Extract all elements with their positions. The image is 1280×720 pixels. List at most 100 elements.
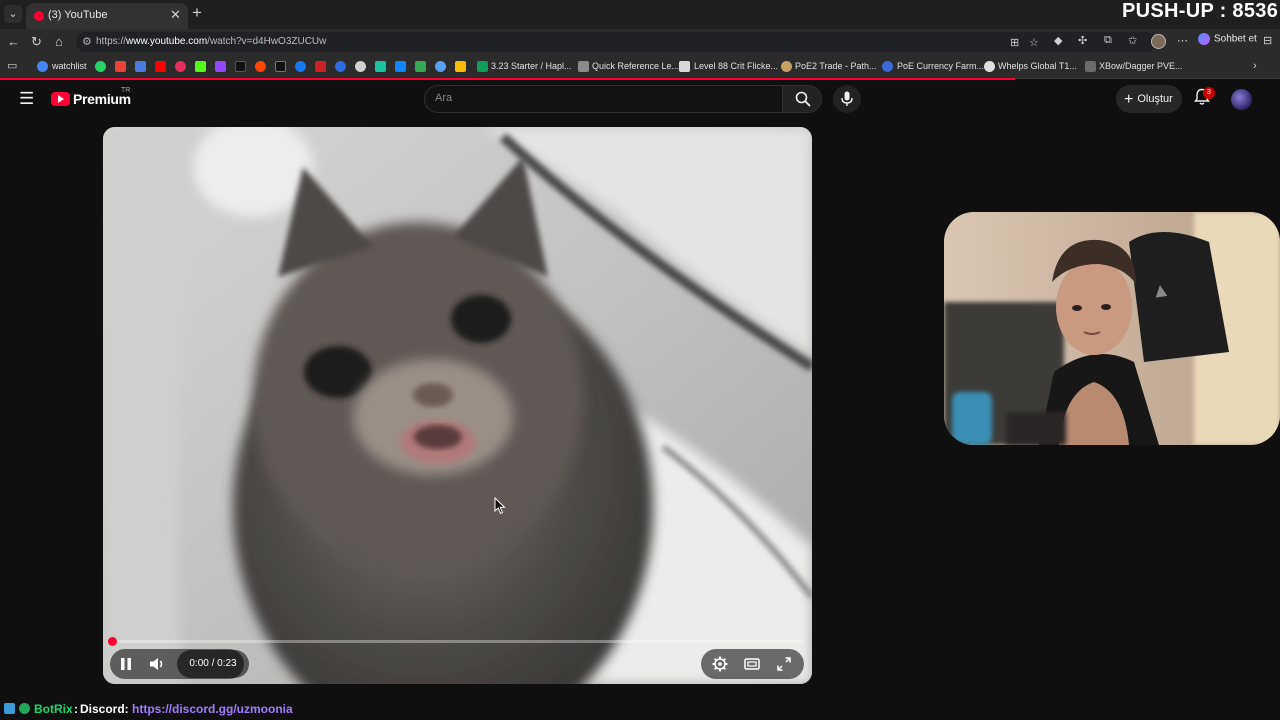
youtube-favicon-icon: [34, 11, 44, 21]
google-g-icon: [37, 61, 48, 72]
account-avatar[interactable]: [1231, 89, 1252, 110]
reddit-icon[interactable]: [255, 61, 266, 72]
poe-icon: [781, 61, 792, 72]
plus-icon: +: [1124, 91, 1134, 108]
globe-icon: [882, 61, 893, 72]
verified-badge-icon: [19, 703, 30, 714]
home-icon[interactable]: ⌂: [55, 34, 63, 49]
extension-diamond-icon[interactable]: ◆: [1054, 34, 1062, 47]
bookmark-green-icon[interactable]: [415, 61, 426, 72]
more-menu-icon[interactable]: ⋯: [1177, 34, 1188, 47]
chat-discord-link[interactable]: https://discord.gg/uzmoonia: [132, 702, 293, 716]
youtube-header: ☰ Premium TR +Oluştur 3: [0, 80, 1280, 120]
pocket-casts-icon[interactable]: [175, 61, 186, 72]
bookmark-circle-icon[interactable]: [355, 61, 366, 72]
bookmark-blue-icon[interactable]: [335, 61, 346, 72]
bookmark-star-icon[interactable]: ☆: [1029, 36, 1039, 49]
document-icon: [679, 61, 690, 72]
chat-button[interactable]: Sohbet et: [1198, 33, 1257, 45]
bookmark-teal-icon[interactable]: [375, 61, 386, 72]
chair-logo: ▲: [1149, 278, 1172, 303]
video-player[interactable]: 0:00 / 0:23: [103, 127, 812, 684]
app-install-icon[interactable]: ⊞: [1010, 36, 1019, 49]
bot-badge-icon: [4, 703, 15, 714]
sheets-icon: [477, 61, 488, 72]
tiktok-icon[interactable]: [235, 61, 246, 72]
mouse-cursor-icon: [494, 497, 506, 515]
notification-badge: 3: [1203, 87, 1215, 99]
extensions-puzzle-icon[interactable]: ✣: [1078, 34, 1087, 47]
address-bar[interactable]: ⚙ https://www.youtube.com/watch?v=d4HwO3…: [76, 32, 1156, 52]
youtube-icon[interactable]: [155, 61, 166, 72]
progress-bar[interactable]: [111, 640, 803, 643]
pause-icon[interactable]: [119, 656, 133, 672]
chat-username: BotRix: [34, 702, 73, 716]
split-view-icon[interactable]: ⧉: [1104, 34, 1112, 47]
google-apps-icon[interactable]: [455, 61, 466, 72]
facebook-icon[interactable]: [295, 61, 306, 72]
video-frame-kitten[interactable]: [103, 127, 812, 684]
new-tab-button[interactable]: +: [192, 3, 202, 23]
chevron-right-icon[interactable]: ›: [1253, 60, 1257, 72]
document-icon: [578, 61, 589, 72]
search-input[interactable]: [435, 92, 765, 104]
microphone-icon: [841, 91, 853, 106]
profile-avatar[interactable]: [1151, 34, 1166, 49]
bookmark-xbow-dagger[interactable]: XBow/Dagger PVE...: [1099, 61, 1183, 71]
bookmark-quick-reference[interactable]: Quick Reference Le...: [592, 61, 679, 71]
reload-icon[interactable]: ↻: [31, 34, 42, 50]
url-prefix: https://: [96, 36, 127, 47]
menu-icon[interactable]: ☰: [19, 89, 34, 109]
voice-search-button[interactable]: [833, 85, 861, 113]
url-text[interactable]: https://www.youtube.com/watch?v=d4HwO3ZU…: [96, 36, 326, 47]
sidebar-toggle-icon[interactable]: ⊟: [1263, 34, 1272, 47]
back-arrow-icon[interactable]: ←: [7, 34, 20, 49]
url-domain: www.youtube.com: [126, 36, 208, 47]
tab-search-button[interactable]: ⌄: [4, 5, 22, 23]
webcam-feed: ▲: [944, 212, 1280, 445]
tab-strip: ⌄ (3) YouTube ✕ + PUSH-UP : 8536: [0, 0, 1280, 29]
create-button[interactable]: + Oluştur: [1116, 85, 1182, 113]
bookmark-red-icon[interactable]: [315, 61, 326, 72]
fullscreen-icon[interactable]: [776, 656, 792, 672]
bookmark-globe-icon[interactable]: [435, 61, 446, 72]
theater-mode-icon[interactable]: [744, 656, 760, 672]
search-box: [424, 85, 782, 113]
kick-icon[interactable]: [195, 61, 206, 72]
bookmark-whelps-global[interactable]: Whelps Global T1...: [998, 61, 1077, 71]
bookmarks-toggle-icon[interactable]: ▭: [7, 59, 17, 72]
bookmark-poe-currency[interactable]: PoE Currency Farm...: [897, 61, 984, 71]
time-display: 0:00 / 0:23: [177, 650, 249, 678]
chat-button-label: Sohbet et: [1214, 33, 1257, 45]
progress-scrubber[interactable]: [108, 637, 117, 646]
bookmark-starter[interactable]: 3.23 Starter / Hapl...: [491, 61, 572, 71]
bluesky-icon[interactable]: [395, 61, 406, 72]
browser-toolbar: ← ↻ ⌂ ⚙ https://www.youtube.com/watch?v=…: [0, 29, 1280, 55]
controls-right-pill: [701, 649, 804, 679]
tab-close-icon[interactable]: ✕: [170, 7, 181, 23]
bookmark-poe2-trade[interactable]: PoE2 Trade - Path...: [795, 61, 877, 71]
search-icon: [795, 91, 811, 107]
site-info-icon[interactable]: ⚙: [82, 35, 92, 48]
tab-title: (3) YouTube: [48, 9, 108, 21]
gmail-icon[interactable]: [115, 61, 126, 72]
pushup-counter: PUSH-UP : 8536: [1122, 0, 1279, 22]
whatsapp-icon[interactable]: [95, 61, 106, 72]
bookmark-crit-flicker[interactable]: Level 88 Crit Flicke...: [694, 61, 778, 71]
translate-icon[interactable]: [135, 61, 146, 72]
chat-separator: :: [74, 702, 78, 716]
streamer-webcam: ▲: [944, 212, 1280, 445]
search-button[interactable]: [782, 85, 822, 113]
x-icon[interactable]: [275, 61, 286, 72]
stream-chat-line: BotRix : Discord: https://discord.gg/uzm…: [0, 699, 1280, 720]
volume-icon[interactable]: [149, 656, 167, 672]
tab-youtube[interactable]: (3) YouTube ✕: [26, 3, 188, 29]
region-code: TR: [121, 87, 131, 94]
favorites-icon[interactable]: ✩: [1128, 34, 1137, 47]
bookmark-watchlist[interactable]: watchlist: [52, 61, 87, 71]
url-path: /watch?v=d4HwO3ZUCUw: [207, 36, 327, 47]
settings-gear-icon[interactable]: [712, 656, 728, 672]
youtube-logo-icon[interactable]: [51, 92, 70, 106]
twitch-icon[interactable]: [215, 61, 226, 72]
doc-icon: [1085, 61, 1096, 72]
